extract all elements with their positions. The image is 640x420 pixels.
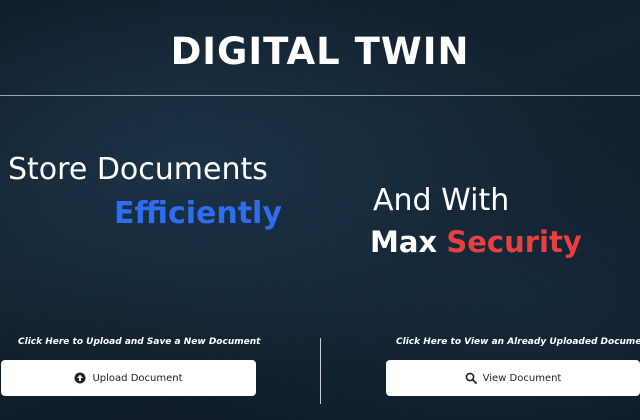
view-caption: Click Here to View an Already Uploaded D…: [396, 337, 640, 347]
tagline-max: Max: [370, 225, 438, 259]
tagline-and-with: And With: [373, 183, 510, 218]
upload-caption: Click Here to Upload and Save a New Docu…: [18, 337, 261, 347]
tagline-security: Security: [446, 225, 582, 259]
upload-document-label: Upload Document: [92, 372, 183, 384]
section-divider: [320, 338, 321, 404]
tagline-efficiently: Efficiently: [114, 196, 282, 231]
tagline-max-security: Max Security: [370, 225, 582, 259]
view-document-button[interactable]: View Document: [386, 360, 640, 396]
tagline-store-documents: Store Documents: [8, 152, 268, 187]
search-icon: [465, 372, 477, 384]
header-divider: [0, 95, 640, 96]
page-title: DIGITAL TWIN: [170, 30, 470, 73]
view-document-label: View Document: [482, 372, 562, 384]
upload-circle-icon: [74, 372, 86, 384]
upload-document-button[interactable]: Upload Document: [1, 360, 256, 396]
